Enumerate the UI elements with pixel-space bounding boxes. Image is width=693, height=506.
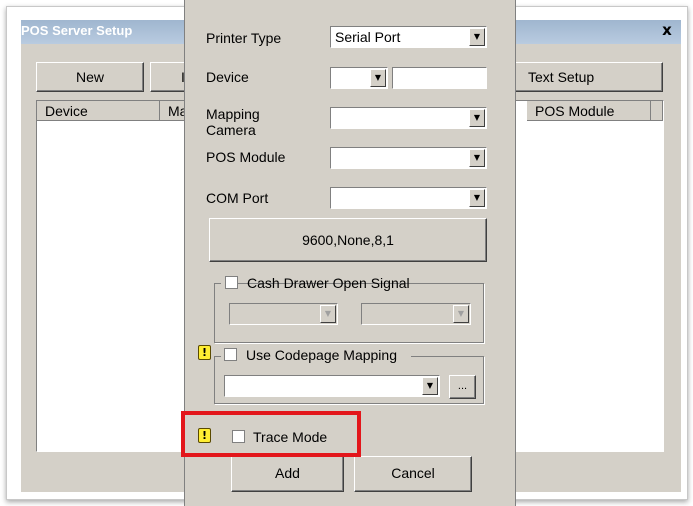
text-setup-button[interactable]: Text Setup	[515, 62, 663, 92]
mapping-camera-label-line2: Camera	[206, 122, 256, 138]
com-port-label: COM Port	[206, 190, 269, 206]
dropdown-arrow-icon[interactable]: ▼	[469, 109, 485, 127]
dropdown-arrow-icon[interactable]: ▼	[370, 69, 386, 87]
codepage-legend: Use Codepage Mapping	[221, 346, 411, 364]
window-title: POS Server Setup	[21, 23, 133, 38]
codepage-label: Use Codepage Mapping	[246, 347, 397, 363]
printer-type-label: Printer Type	[206, 30, 282, 46]
mapping-camera-select[interactable]: ▼	[330, 107, 487, 129]
cash-drawer-select-2[interactable]: ▼	[361, 303, 471, 325]
column-header-pos-module[interactable]: POS Module	[527, 101, 651, 121]
pos-module-label: POS Module	[206, 149, 286, 165]
dropdown-arrow-icon[interactable]: ▼	[469, 149, 485, 167]
com-port-select[interactable]: ▼	[330, 187, 487, 209]
pos-module-select[interactable]: ▼	[330, 147, 487, 169]
column-header-spare	[651, 101, 663, 121]
close-icon[interactable]: x	[659, 21, 675, 39]
codepage-select[interactable]: ▼	[224, 375, 440, 397]
codepage-checkbox[interactable]	[224, 348, 237, 361]
add-button[interactable]: Add	[231, 456, 344, 492]
trace-mode-highlight-box	[181, 411, 361, 457]
dropdown-arrow-icon[interactable]: ▼	[422, 377, 438, 395]
serial-settings-button[interactable]: 9600,None,8,1	[209, 218, 487, 262]
device-select[interactable]: ▼	[330, 67, 388, 89]
device-input[interactable]	[392, 67, 487, 89]
column-header-device[interactable]: Device	[37, 101, 160, 121]
dropdown-arrow-icon[interactable]: ▼	[469, 189, 485, 207]
dropdown-arrow-icon[interactable]: ▼	[453, 305, 469, 323]
printer-type-value: Serial Port	[335, 29, 401, 45]
device-label: Device	[206, 69, 249, 85]
cash-drawer-select-1[interactable]: ▼	[229, 303, 338, 325]
printer-type-select[interactable]: Serial Port ▼	[330, 26, 487, 48]
warning-icon: !	[198, 345, 211, 360]
cash-drawer-checkbox[interactable]	[225, 276, 238, 289]
mapping-camera-label-line1: Mapping	[206, 106, 260, 122]
cash-drawer-label: Cash Drawer Open Signal	[247, 275, 410, 291]
browse-button[interactable]: ...	[449, 375, 476, 399]
cancel-button[interactable]: Cancel	[354, 456, 472, 492]
dropdown-arrow-icon[interactable]: ▼	[320, 305, 336, 323]
new-button[interactable]: New	[36, 62, 144, 92]
dropdown-arrow-icon[interactable]: ▼	[469, 28, 485, 46]
cash-drawer-legend: Cash Drawer Open Signal	[221, 274, 410, 292]
